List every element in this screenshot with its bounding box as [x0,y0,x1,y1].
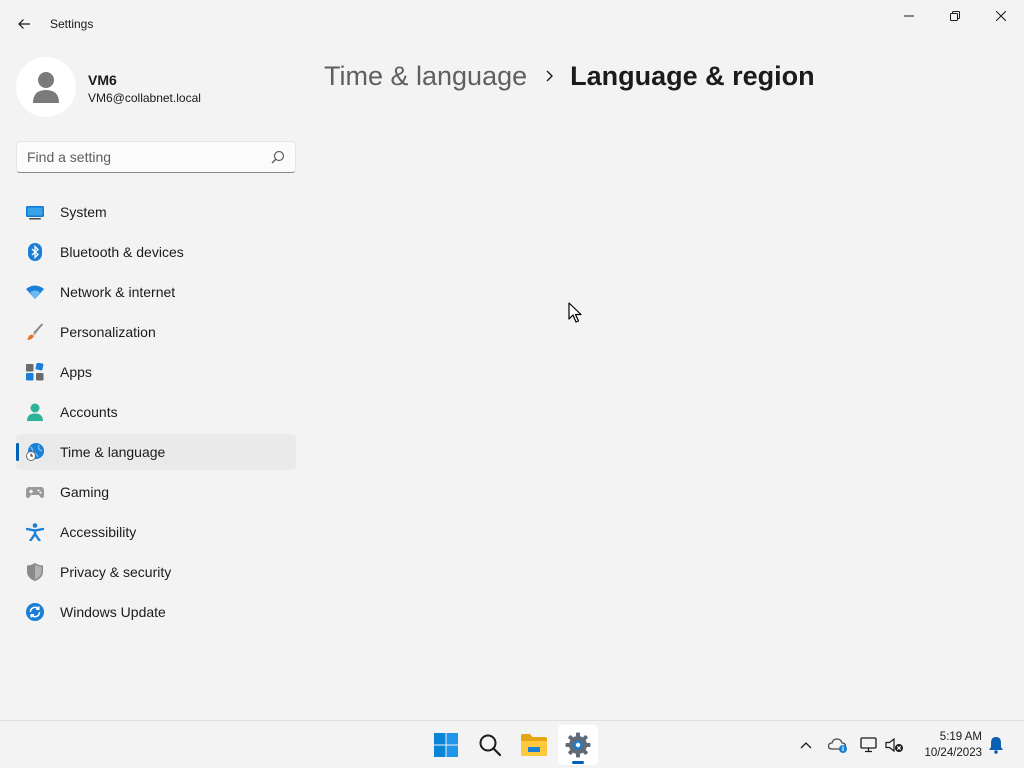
sidebar-item-label: Personalization [60,324,156,340]
settings-search-box[interactable] [16,141,296,173]
update-icon [26,603,44,621]
system-icon [26,206,44,220]
sidebar-item-bluetooth[interactable]: Bluetooth & devices [16,234,296,270]
restore-button[interactable] [932,0,978,32]
gamepad-icon [26,487,44,498]
user-avatar-icon [33,72,59,103]
sidebar-item-time-language[interactable]: Time & language [16,434,296,470]
sidebar-item-label: Accessibility [60,524,137,540]
close-icon [996,11,1006,21]
brush-icon [27,323,44,340]
cloud-icon [828,738,847,753]
sidebar-item-system[interactable]: System [16,194,296,230]
taskbar: 5:19 AM 10/24/2023 [0,720,1024,768]
minimize-icon [904,15,914,17]
search-input[interactable] [27,142,267,172]
sidebar-item-personalization[interactable]: Personalization [16,314,296,350]
file-explorer-button[interactable] [514,725,554,765]
windows-logo-icon [434,733,458,757]
onedrive-tray-button[interactable] [828,735,848,755]
close-button[interactable] [978,0,1024,32]
accessibility-icon [26,523,44,541]
sidebar-item-gaming[interactable]: Gaming [16,474,296,510]
folder-icon [521,734,547,756]
bell-icon [989,737,1003,754]
breadcrumb-parent-link[interactable]: Time & language [324,61,527,92]
back-button[interactable] [10,10,38,38]
chevron-up-icon [800,742,812,749]
apps-icon [26,363,44,381]
back-arrow-icon [18,19,30,29]
taskbar-search-button[interactable] [470,725,510,765]
start-button[interactable] [426,725,466,765]
sidebar-item-label: Time & language [60,444,166,460]
wifi-icon [26,285,44,299]
mouse-cursor-icon [568,302,582,323]
volume-muted-icon [885,737,903,753]
gear-icon [565,732,591,758]
sidebar-item-label: Accounts [60,404,118,420]
sidebar-item-label: Apps [60,364,92,380]
show-hidden-icons-button[interactable] [796,735,816,755]
sidebar-nav: System Bluetooth & devices Network & int… [16,194,296,634]
user-email: VM6@collabnet.local [88,91,201,105]
taskbar-clock[interactable]: 5:19 AM 10/24/2023 [914,729,982,761]
minimize-button[interactable] [886,0,932,32]
breadcrumb: Time & language Language & region [324,58,815,94]
notifications-button[interactable] [986,735,1006,755]
settings-taskbar-button[interactable] [558,725,598,765]
sidebar-item-apps[interactable]: Apps [16,354,296,390]
user-profile[interactable]: VM6 VM6@collabnet.local [16,57,296,117]
avatar [16,57,76,117]
search-icon[interactable] [271,150,285,164]
sidebar-item-label: System [60,204,107,220]
shield-icon [27,563,43,581]
sidebar-item-privacy-security[interactable]: Privacy & security [16,554,296,590]
search-icon [479,734,502,757]
globe-clock-icon [26,443,44,461]
chevron-right-icon [546,70,554,82]
sidebar-item-label: Privacy & security [60,564,172,580]
settings-window: Settings VM6 VM6@collabnet.local Find a … [0,0,1024,720]
clock-time: 5:19 AM [939,731,982,743]
app-title: Settings [50,17,94,31]
ethernet-icon [860,737,877,753]
sidebar-item-accounts[interactable]: Accounts [16,394,296,430]
title-bar: Settings [0,0,1024,48]
network-tray-button[interactable] [859,735,879,755]
sidebar-item-label: Windows Update [60,604,166,620]
sidebar-item-network[interactable]: Network & internet [16,274,296,310]
sidebar-item-windows-update[interactable]: Windows Update [16,594,296,630]
breadcrumb-separator [545,69,554,83]
sidebar-item-accessibility[interactable]: Accessibility [16,514,296,550]
restore-icon [950,11,960,21]
accounts-icon [27,403,43,421]
bluetooth-icon [28,243,42,261]
volume-tray-button[interactable] [885,735,905,755]
clock-date: 10/24/2023 [924,747,982,759]
sidebar-item-label: Network & internet [60,284,176,300]
page-title: Language & region [570,60,815,91]
sidebar-item-label: Gaming [60,484,110,500]
user-name: VM6 [88,72,117,88]
sidebar-item-label: Bluetooth & devices [60,244,184,260]
